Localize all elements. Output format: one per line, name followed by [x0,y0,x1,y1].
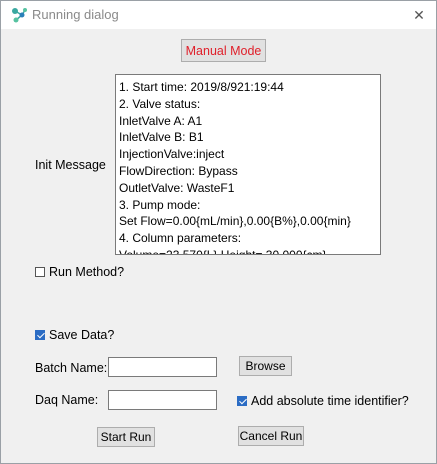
message-line: 4. Column parameters: [119,231,242,246]
message-line: InletValve B: B1 [119,130,204,145]
message-line: InletValve A: A1 [119,113,203,128]
message-line: 2. Valve status: [119,96,201,111]
message-line: InjectionValve:inject [119,147,225,162]
message-line: OutletValve: WasteF1 [119,180,235,195]
batch-name-input[interactable] [108,357,217,377]
batch-name-label: Batch Name: [35,361,108,375]
window-title: Running dialog [32,7,119,22]
close-button[interactable]: ✕ [406,3,432,27]
save-data-label: Save Data? [49,328,115,342]
title-bar[interactable]: Running dialog ✕ [1,1,436,29]
daq-name-label: Daq Name: [35,393,99,407]
browse-button[interactable]: Browse [239,356,292,376]
molecule-icon [10,6,28,24]
daq-name-input[interactable] [108,390,217,410]
run-method-checkbox[interactable]: Run Method? [35,265,124,279]
start-run-button[interactable]: Start Run [97,427,155,447]
message-line: Volume=23.570{L},Height= 30.000{cm} [119,247,327,255]
checkbox-box[interactable] [35,267,45,277]
message-line: FlowDirection: Bypass [119,163,238,178]
absolute-time-checkbox[interactable]: Add absolute time identifier? [237,394,409,408]
manual-mode-button[interactable]: Manual Mode [181,39,266,62]
close-icon: ✕ [413,6,425,23]
message-line: 1. Start time: 2019/8/921:19:44 [119,80,284,94]
message-line: 3. Pump mode: [119,197,201,212]
message-line: Set Flow=0.00{mL/min},0.00{B%},0.00{min} [119,214,351,229]
checkbox-box[interactable] [237,396,247,406]
save-data-checkbox[interactable]: Save Data? [35,328,114,342]
absolute-time-label: Add absolute time identifier? [251,394,409,408]
run-method-label: Run Method? [49,265,125,279]
init-message-box[interactable]: 1. Start time: 2019/8/921:19:44 2. Valve… [115,74,381,255]
running-dialog-window: Running dialog ✕ Manual Mode Init Messag… [0,0,437,464]
cancel-run-button[interactable]: Cancel Run [238,426,304,446]
init-message-label: Init Message [35,158,106,172]
checkbox-box[interactable] [35,330,45,340]
